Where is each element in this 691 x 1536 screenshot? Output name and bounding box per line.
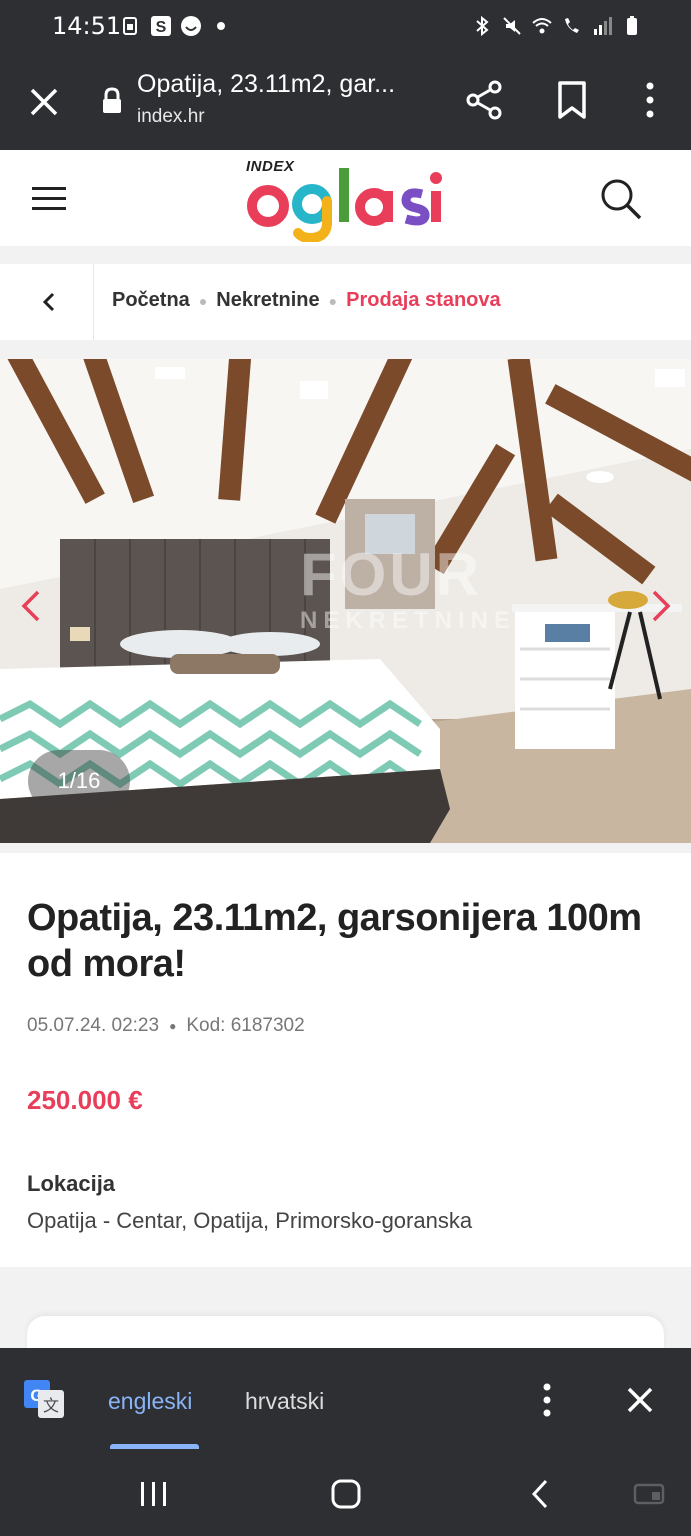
watermark-subtitle: NEKRETNINE [300,607,517,634]
active-language-indicator [110,1444,199,1449]
breadcrumb-item-pocetna[interactable]: Početna [112,289,190,312]
listing-title: Opatija, 23.11m2, garsonijera 100m od mo… [27,897,642,985]
close-tab-button[interactable] [24,82,64,122]
breadcrumb: Početna ● Nekretnine ● Prodaja stanova [0,264,691,340]
google-translate-icon[interactable]: G 文 [22,1378,66,1420]
breadcrumb-items: Početna ● Nekretnine ● Prodaja stanova [112,289,501,312]
status-bar: 14:51 S [0,0,691,56]
samsung-s-icon: S [151,16,171,36]
listing-date: 05.07.24. 02:23 [27,1015,160,1036]
translate-bar: G 文 engleski hrvatski [0,1348,691,1450]
search-icon[interactable] [596,174,646,224]
recents-button[interactable] [136,1478,172,1510]
status-left-icons: S [120,15,232,37]
keyboard-icon[interactable] [632,1482,666,1506]
status-time: 14:51 [52,12,122,40]
tab-url[interactable]: index.hr [137,106,205,128]
sim-icon [123,17,137,35]
translate-close-button[interactable] [620,1380,660,1420]
gallery-counter: 1/16 [28,750,130,812]
listing-price: 250.000 € [27,1085,143,1115]
tab-language-engleski[interactable]: engleski [108,1388,192,1415]
share-button[interactable] [464,78,506,122]
listing-code: Kod: 6187302 [186,1015,305,1036]
lock-icon[interactable] [100,86,124,116]
mute-icon [503,17,521,35]
battery-icon [627,16,637,35]
smiley-icon [181,16,201,36]
tab-language-hrvatski[interactable]: hrvatski [245,1388,324,1415]
status-right-icons [471,15,643,37]
logo[interactable]: INDEX [244,156,454,242]
bluetooth-icon [476,15,489,37]
gallery-next-icon[interactable] [646,588,676,624]
breadcrumb-item-nekretnine[interactable]: Nekretnine [216,289,319,312]
signal-icon [594,17,612,35]
browser-toolbar: Opatija, 23.11m2, gar... index.hr [0,56,691,150]
chevron-left-icon [42,292,55,312]
wifi-icon [532,18,552,34]
system-nav-bar [0,1450,691,1536]
listing-meta: 05.07.24. 02:23 ● Kod: 6187302 [27,1015,305,1037]
dot-icon [217,22,225,30]
meta-separator: ● [169,1019,177,1033]
logo-oglasi-mark [247,168,442,242]
site-header: INDEX [0,150,691,246]
breadcrumb-separator: ● [198,292,208,309]
location-value: Opatija - Centar, Opatija, Primorsko-gor… [27,1208,473,1233]
location-label: Lokacija [27,1171,116,1196]
gallery-watermark: FOUR NEKRETNINE [300,545,516,633]
wifi-call-icon [565,18,579,33]
breadcrumb-separator: ● [328,292,338,309]
breadcrumb-item-current[interactable]: Prodaja stanova [346,289,501,312]
home-button[interactable] [328,1474,364,1514]
listing-details: Opatija, 23.11m2, garsonijera 100m od mo… [0,853,691,1267]
menu-icon[interactable] [26,180,72,216]
translate-more-button[interactable] [532,1378,562,1422]
gallery-prev-icon[interactable] [16,588,46,624]
breadcrumb-back-button[interactable] [0,264,94,340]
bookmark-button[interactable] [552,78,592,122]
back-button[interactable] [524,1476,558,1512]
more-options-button[interactable] [634,78,666,122]
svg-text:S: S [156,19,167,36]
watermark-brand: FOUR [300,541,482,608]
tab-title[interactable]: Opatija, 23.11m2, gar... [137,70,437,99]
svg-text:文: 文 [43,1396,59,1415]
